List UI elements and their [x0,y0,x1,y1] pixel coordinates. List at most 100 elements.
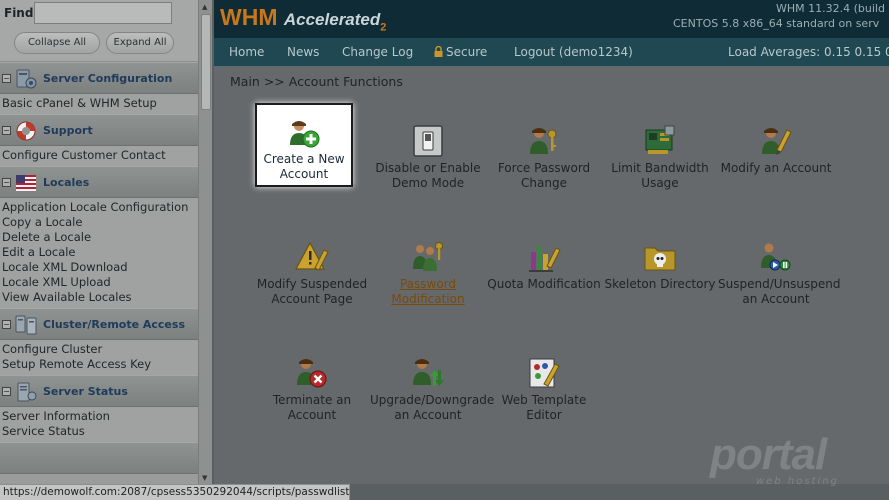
user-key-icon [530,128,557,154]
navbar: Home News Change Log Secure Logout (demo… [214,38,889,66]
collapse-toggle-icon[interactable]: − [2,387,11,396]
function-upgrade-downgrade[interactable]: Upgrade/Downgrade an Account [370,356,495,423]
nav-home[interactable]: Home [229,45,264,59]
function-label: Force Password Change [497,161,591,190]
sidebar-link[interactable]: Locale XML Download [2,260,212,275]
warning-pencil-icon [295,241,329,271]
find-label: Find [4,6,34,20]
lock-icon [434,46,443,57]
sidebar: Find Collapse All Expand All − Server Co… [0,0,212,500]
nav-news[interactable]: News [287,45,319,59]
server-status-icon [17,382,37,402]
section-title: Cluster/Remote Access [43,318,185,331]
section-server-status[interactable]: − Server Status [0,375,212,407]
section-links: Configure Customer Contact [0,146,212,166]
server-config-icon [16,69,37,89]
us-flag-icon [16,175,36,191]
sidebar-link[interactable]: Basic cPanel & WHM Setup [2,96,212,111]
skull-folder-icon [644,247,676,271]
logo-main-text: WHM [220,4,278,30]
section-links: Configure Cluster Setup Remote Access Ke… [0,340,212,375]
sidebar-link[interactable]: Locale XML Upload [2,275,212,290]
section-server-configuration[interactable]: − Server Configuration [0,62,212,94]
scroll-thumb[interactable] [201,14,211,110]
header: WHM Accelerated2 WHM 11.32.4 (build CENT… [214,0,889,38]
function-limit-bandwidth[interactable]: Limit Bandwidth Usage [602,124,718,191]
watermark-text: portal [710,430,827,479]
user-arrows-icon [413,359,444,386]
quota-chart-icon [529,246,561,272]
function-demo-mode[interactable]: Disable or Enable Demo Mode [370,124,486,191]
collapse-toggle-icon[interactable]: − [2,74,11,83]
find-bar: Find Collapse All Expand All [0,0,212,62]
logo-sub-text: 2 [380,21,387,34]
function-quota-modification[interactable]: Quota Modification [486,240,602,292]
function-create-account[interactable]: Create a New Account [255,103,353,187]
section-support[interactable]: − Support [0,114,212,146]
sidebar-scrollbar[interactable]: ▲ ▼ [198,0,212,500]
os-text: CENTOS 5.8 x86_64 standard on serv [673,17,880,30]
collapse-toggle-icon[interactable]: − [2,178,11,187]
section-links: Server Information Service Status [0,407,212,442]
nav-change-log[interactable]: Change Log [342,45,413,59]
function-modify-account[interactable]: Modify an Account [718,124,834,176]
section-links: Basic cPanel & WHM Setup [0,94,212,114]
section-cluster-remote-access[interactable]: − Cluster/Remote Access [0,308,212,340]
function-terminate-account[interactable]: Terminate an Account [254,356,370,423]
sidebar-link[interactable]: Configure Customer Contact [2,148,212,163]
collapse-toggle-icon[interactable]: − [2,320,11,329]
function-force-password[interactable]: Force Password Change [486,124,602,191]
sidebar-link[interactable]: Delete a Locale [2,230,212,245]
function-label: Create a New Account [263,152,345,181]
collapse-toggle-icon[interactable]: − [2,126,11,135]
function-password-modification[interactable]: Password Modification [370,240,486,307]
function-web-template-editor[interactable]: Web Template Editor [486,356,602,423]
section-locales[interactable]: − Locales [0,166,212,198]
sidebar-link[interactable]: Application Locale Configuration [2,200,212,215]
cluster-icon [15,315,37,335]
switch-icon [413,125,443,157]
user-add-icon [290,121,320,148]
nav-logout[interactable]: Logout (demo1234) [514,45,633,59]
section-header-partial[interactable] [0,442,212,474]
find-input[interactable] [34,2,172,24]
function-label: Disable or Enable Demo Mode [375,161,481,190]
user-delete-icon [297,359,327,388]
whm-logo[interactable]: WHM Accelerated2 [220,4,386,34]
lifebuoy-icon [16,121,36,141]
version-text: WHM 11.32.4 (build [776,2,885,15]
user-pencil-icon [762,128,792,155]
function-label: Modify an Account [720,161,832,175]
function-label: Upgrade/Downgrade an Account [370,393,495,422]
section-links: Application Locale Configuration Copy a … [0,198,212,308]
function-label: Limit Bandwidth Usage [611,161,709,190]
section-title: Locales [43,176,90,189]
browser-status-bar: https://demowolf.com:2087/cpsess53502920… [0,484,350,500]
function-suspend-unsuspend[interactable]: Suspend/Unsuspend an Account [718,240,840,307]
portal-watermark-logo: portal web hosting [710,430,860,490]
breadcrumb[interactable]: Main >> Account Functions [230,74,403,89]
sidebar-link[interactable]: View Available Locales [2,290,212,305]
function-modify-suspended-page[interactable]: Modify Suspended Account Page [254,240,370,307]
function-skeleton-directory[interactable]: Skeleton Directory [602,240,718,292]
expand-all-button[interactable]: Expand All [106,32,174,54]
load-averages: Load Averages: 0.15 0.15 0 [728,45,889,59]
sidebar-link[interactable]: Edit a Locale [2,245,212,260]
main-content: Main >> Account Functions Create a New A… [214,66,889,484]
nav-secure[interactable]: Secure [434,45,487,59]
sidebar-link[interactable]: Configure Cluster [2,342,212,357]
users-key-icon [413,242,443,271]
sidebar-link[interactable]: Service Status [2,424,212,439]
collapse-all-button[interactable]: Collapse All [14,32,100,54]
logo-accent-text: Accelerated [283,10,381,29]
network-card-icon [645,125,675,154]
nav-secure-label: Secure [446,45,488,59]
scroll-down-arrow-icon[interactable]: ▼ [202,474,207,482]
function-label: Quota Modification [487,277,601,291]
sidebar-link[interactable]: Server Information [2,409,212,424]
sidebar-link[interactable]: Setup Remote Access Key [2,357,212,372]
sidebar-link[interactable]: Copy a Locale [2,215,212,230]
section-title: Server Status [43,385,128,398]
scroll-up-arrow-icon[interactable]: ▲ [202,3,207,11]
user-toggle-icon [761,243,791,271]
